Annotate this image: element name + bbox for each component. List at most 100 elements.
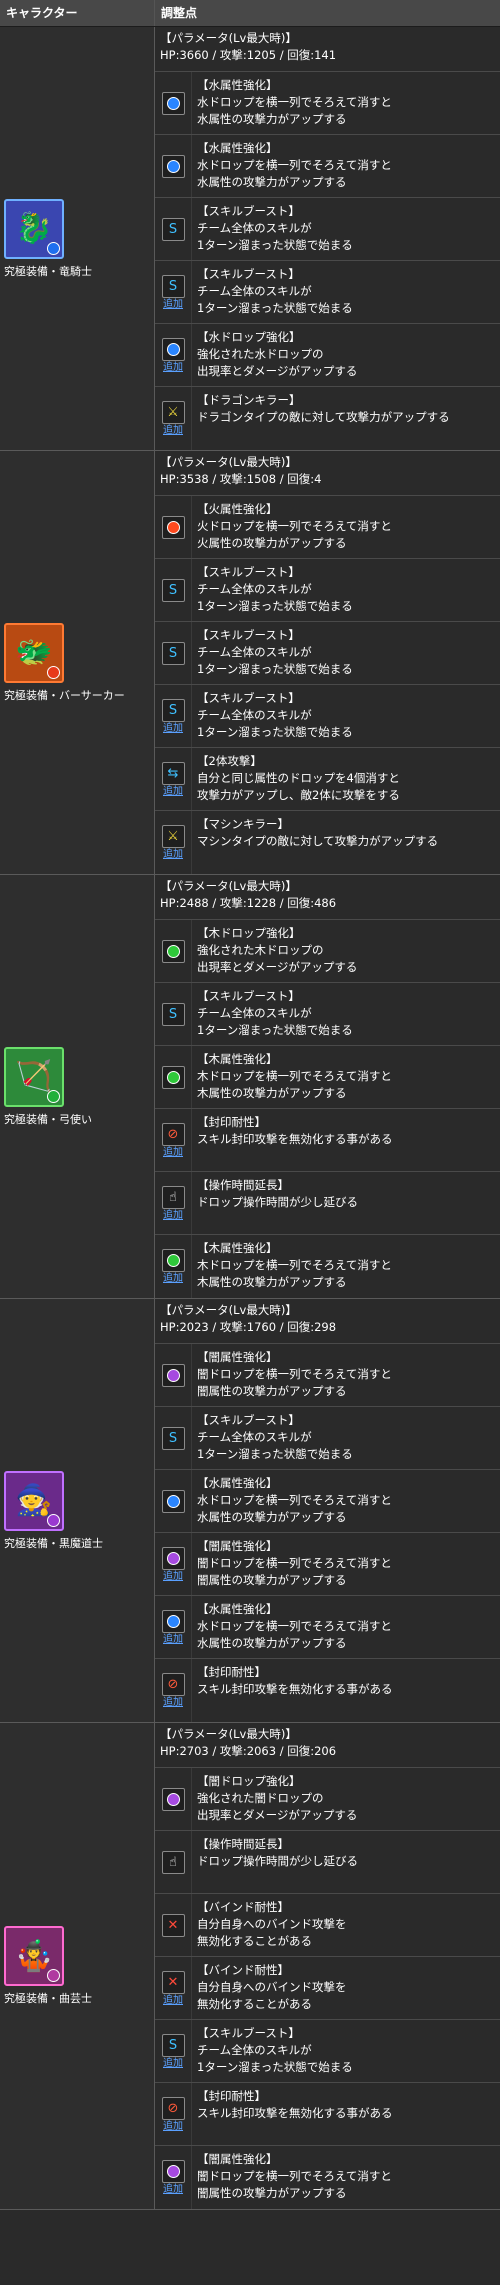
awakening-row: 【水属性強化】 水ドロップを横一列でそろえて消すと 水属性の攻撃力がアップする (155, 1470, 500, 1533)
awakening-description: 【スキルブースト】 チーム全体のスキルが 1ターン溜まった状態で始まる (192, 622, 500, 684)
awakening-icon-cell: S (155, 198, 192, 260)
awakening-title: 【スキルブースト】 (197, 204, 300, 218)
character-cell: 🤹 究極装備・曲芸士 (0, 1723, 155, 2209)
awakening-title: 【水ドロップ強化】 (197, 330, 301, 344)
character-portrait-icon: 🧙 (15, 1483, 53, 1518)
awakening-text-line: 強化された闇ドロップの (197, 1791, 324, 1805)
awakening-row: S 【スキルブースト】 チーム全体のスキルが 1ターン溜まった状態で始まる (155, 1407, 500, 1470)
awakening-title: 【水属性強化】 (197, 141, 278, 155)
awakening-text-line: ドロップ操作時間が少し延びる (197, 1195, 358, 1209)
added-tag[interactable]: 追加 (163, 2184, 183, 2195)
skill-bind-resist-icon: ⊘ (161, 1673, 185, 1696)
awakening-description: 【バインド耐性】 自分自身へのバインド攻撃を 無効化することがある (192, 1894, 500, 1956)
water-orb-icon (161, 1609, 185, 1633)
parameter-title: 【パラメータ(Lv最大時)】 (160, 1303, 297, 1317)
awakening-icon-cell: S (155, 559, 192, 621)
adjustment-list: 【パラメータ(Lv最大時)】 HP:2703 / 攻撃:2063 / 回復:206… (155, 1723, 500, 2209)
attribute-orb-icon (47, 665, 60, 679)
character-avatar[interactable]: 🐉 (4, 198, 64, 259)
wood-orb-plus-icon (161, 939, 185, 963)
added-tag[interactable]: 追加 (163, 1571, 183, 1582)
awakening-description: 【闇ドロップ強化】 強化された闇ドロップの 出現率とダメージがアップする (192, 1768, 500, 1830)
header-adjustment: 調整点 (161, 6, 198, 20)
added-tag[interactable]: 追加 (163, 1147, 183, 1158)
dragon-killer-icon: ⚔ (161, 401, 185, 424)
added-tag[interactable]: 追加 (163, 1273, 183, 1284)
awakening-text-line: 水属性の攻撃力がアップする (197, 112, 347, 126)
awakening-row: 【火属性強化】 火ドロップを横一列でそろえて消すと 火属性の攻撃力がアップする (155, 496, 500, 559)
awakening-text-line: 強化された水ドロップの (197, 347, 324, 361)
skill-boost-icon: S (161, 274, 185, 298)
character-avatar[interactable]: 🧙 (4, 1470, 64, 1531)
awakening-text-line: 1ターン溜まった状態で始まる (197, 238, 353, 252)
added-tag[interactable]: 追加 (163, 1634, 183, 1645)
awakening-title: 【バインド耐性】 (197, 1900, 289, 1914)
awakening-text-line: 闇ドロップを横一列でそろえて消すと (197, 2169, 392, 2183)
awakening-row: 追加 【水ドロップ強化】 強化された水ドロップの 出現率とダメージがアップする (155, 324, 500, 387)
awakening-text-line: 1ターン溜まった状態で始まる (197, 662, 353, 676)
character-avatar[interactable]: 🐲 (4, 622, 64, 683)
bind-resist-icon: ✕ (161, 1913, 185, 1937)
awakening-description: 【水属性強化】 水ドロップを横一列でそろえて消すと 水属性の攻撃力がアップする (192, 1596, 500, 1658)
added-tag[interactable]: 追加 (163, 1995, 183, 2006)
dark-orb-icon (161, 1546, 185, 1570)
added-tag[interactable]: 追加 (163, 2058, 183, 2069)
character-avatar[interactable]: 🏹 (4, 1046, 64, 1107)
awakening-row: 【木ドロップ強化】 強化された木ドロップの 出現率とダメージがアップする (155, 920, 500, 983)
added-tag[interactable]: 追加 (163, 362, 183, 373)
skill-boost-icon: S (161, 1002, 185, 1026)
skill-boost-icon: S (161, 641, 185, 665)
awakening-text-line: 1ターン溜まった状態で始まる (197, 1447, 353, 1461)
awakening-text-line: チーム全体のスキルが (197, 708, 312, 722)
awakening-description: 【スキルブースト】 チーム全体のスキルが 1ターン溜まった状態で始まる (192, 1407, 500, 1469)
added-tag[interactable]: 追加 (163, 1697, 183, 1708)
added-tag[interactable]: 追加 (163, 425, 183, 436)
added-tag[interactable]: 追加 (163, 723, 183, 734)
awakening-icon-cell: ☝ (155, 1831, 192, 1893)
character-cell: 🐉 究極装備・竜騎士 (0, 27, 155, 450)
header-character: キャラクター (0, 0, 155, 26)
fire-orb-icon (161, 515, 185, 539)
awakening-row: S 【スキルブースト】 チーム全体のスキルが 1ターン溜まった状態で始まる (155, 983, 500, 1046)
awakening-text-line: 1ターン溜まった状態で始まる (197, 1023, 353, 1037)
awakening-description: 【スキルブースト】 チーム全体のスキルが 1ターン溜まった状態で始まる (192, 2020, 500, 2082)
awakening-text-line: 出現率とダメージがアップする (197, 960, 358, 974)
awakening-text-line: ドラゴンタイプの敵に対して攻撃力がアップする (197, 410, 450, 424)
awakening-text-line: 攻撃力がアップし、敵2体に攻撃をする (197, 788, 400, 802)
character-portrait-icon: 🐉 (15, 211, 53, 246)
awakening-description: 【操作時間延長】 ドロップ操作時間が少し延びる (192, 1172, 500, 1234)
awakening-title: 【バインド耐性】 (197, 1963, 289, 1977)
parameter-title: 【パラメータ(Lv最大時)】 (160, 879, 297, 893)
added-tag[interactable]: 追加 (163, 786, 183, 797)
added-tag[interactable]: 追加 (163, 299, 183, 310)
character-name: 究極装備・曲芸士 (4, 1992, 92, 2005)
time-extend-icon: ☝ (161, 1185, 185, 1209)
awakening-row: ☝ 【操作時間延長】 ドロップ操作時間が少し延びる (155, 1831, 500, 1894)
awakening-icon-cell: ☝ 追加 (155, 1172, 192, 1234)
awakening-text-line: 木属性の攻撃力がアップする (197, 1086, 347, 1100)
added-tag[interactable]: 追加 (163, 849, 183, 860)
added-tag[interactable]: 追加 (163, 2121, 183, 2132)
awakening-text-line: 1ターン溜まった状態で始まる (197, 725, 353, 739)
awakening-description: 【スキルブースト】 チーム全体のスキルが 1ターン溜まった状態で始まる (192, 559, 500, 621)
added-tag[interactable]: 追加 (163, 1210, 183, 1221)
awakening-description: 【闇属性強化】 闇ドロップを横一列でそろえて消すと 闇属性の攻撃力がアップする (192, 2146, 500, 2209)
awakening-icon-cell: 追加 (155, 324, 192, 386)
dark-orb-icon (161, 1363, 185, 1387)
skill-boost-icon: S (161, 698, 185, 722)
awakening-text-line: 水属性の攻撃力がアップする (197, 1510, 347, 1524)
awakening-description: 【封印耐性】 スキル封印攻撃を無効化する事がある (192, 1109, 500, 1171)
awakening-row: S 追加 【スキルブースト】 チーム全体のスキルが 1ターン溜まった状態で始まる (155, 685, 500, 748)
awakening-description: 【封印耐性】 スキル封印攻撃を無効化する事がある (192, 1659, 500, 1722)
awakening-text-line: チーム全体のスキルが (197, 1430, 312, 1444)
character-avatar[interactable]: 🤹 (4, 1926, 64, 1986)
awakening-row: S 追加 【スキルブースト】 チーム全体のスキルが 1ターン溜まった状態で始まる (155, 2020, 500, 2083)
awakening-text-line: 闇ドロップを横一列でそろえて消すと (197, 1367, 392, 1381)
water-orb-icon (161, 154, 185, 178)
dark-orb-icon (161, 2160, 185, 2183)
time-extend-icon: ☝ (161, 1850, 185, 1874)
awakening-icon-cell: 追加 (155, 2146, 192, 2209)
awakening-icon-cell: ⊘ 追加 (155, 1659, 192, 1722)
awakening-text-line: 水ドロップを横一列でそろえて消すと (197, 1493, 392, 1507)
awakening-icon-cell (155, 72, 192, 134)
